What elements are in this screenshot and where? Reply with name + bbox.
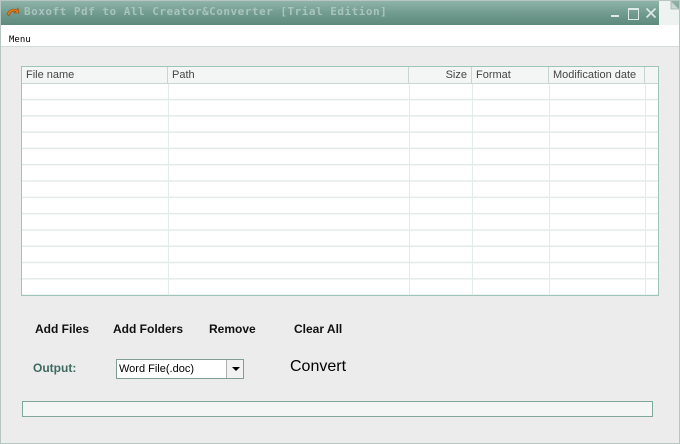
app-logo-icon	[6, 7, 20, 17]
column-divider	[409, 84, 410, 295]
column-header-path[interactable]: Path	[168, 67, 409, 84]
file-table[interactable]: File name Path Size Format Modification …	[21, 66, 659, 296]
output-format-value: Word File(.doc)	[119, 363, 194, 375]
column-header-extra	[645, 67, 658, 84]
minimize-icon[interactable]	[609, 7, 621, 19]
add-folders-button[interactable]: Add Folders	[113, 321, 183, 337]
window-title: Boxoft Pdf to All Creator&Converter [Tri…	[24, 5, 388, 18]
menu-item-menu[interactable]: Menu	[9, 35, 31, 45]
maximize-icon[interactable]	[627, 7, 639, 20]
remove-button[interactable]: Remove	[209, 321, 256, 337]
output-format-select[interactable]: Word File(.doc)	[116, 359, 244, 379]
progress-bar	[22, 401, 653, 417]
app-window: Boxoft Pdf to All Creator&Converter [Tri…	[0, 0, 680, 444]
output-label: Output:	[33, 361, 77, 375]
column-header-size[interactable]: Size	[409, 67, 472, 84]
column-divider	[645, 84, 646, 295]
chevron-down-icon[interactable]	[226, 360, 243, 378]
column-header-modification-date[interactable]: Modification date	[549, 67, 645, 84]
column-divider	[168, 84, 169, 295]
column-divider	[549, 84, 550, 295]
add-files-button[interactable]: Add Files	[35, 321, 89, 337]
table-body[interactable]	[22, 84, 658, 295]
table-header: File name Path Size Format Modification …	[22, 67, 658, 84]
window-controls	[609, 7, 657, 20]
column-header-format[interactable]: Format	[472, 67, 549, 84]
column-divider	[472, 84, 473, 295]
clear-all-button[interactable]: Clear All	[294, 321, 342, 337]
page-corner-icon	[659, 1, 679, 25]
close-icon[interactable]	[645, 7, 657, 19]
convert-button[interactable]: Convert	[290, 358, 346, 376]
menu-bar: Menu	[1, 25, 679, 47]
column-header-file-name[interactable]: File name	[22, 67, 168, 84]
title-bar[interactable]: Boxoft Pdf to All Creator&Converter [Tri…	[1, 1, 679, 25]
